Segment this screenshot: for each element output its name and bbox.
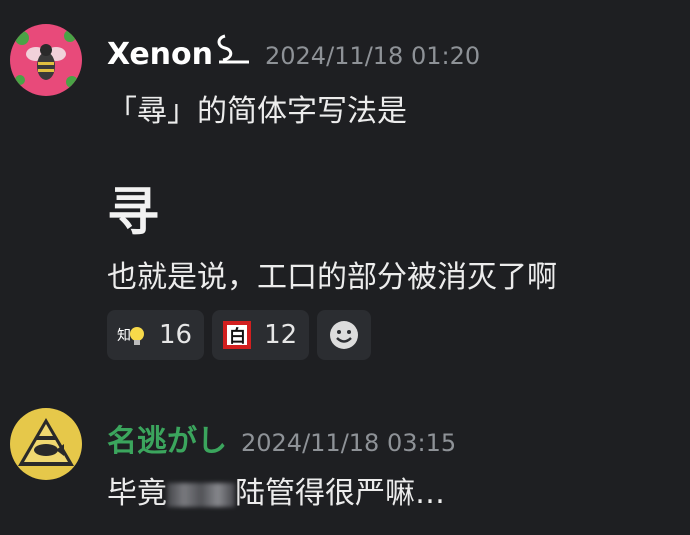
censored-text-mask bbox=[167, 482, 235, 507]
bai-kanji-emoji-icon: 白 bbox=[222, 320, 252, 350]
reaction-lightbulb[interactable]: 知 16 bbox=[107, 310, 205, 360]
message-big-char: 寻 bbox=[107, 183, 160, 243]
username[interactable]: 名逃がし bbox=[107, 416, 227, 460]
lightbulb-emoji-icon: 知 bbox=[117, 320, 147, 350]
message-text-part: 陆管得很严嘛… bbox=[235, 476, 445, 511]
timestamp: 2024/11/18 03:15 bbox=[241, 429, 457, 457]
reaction-bar: 知 16 白 12 bbox=[107, 310, 372, 360]
reaction-count: 12 bbox=[264, 320, 298, 350]
svg-text:白: 白 bbox=[229, 326, 246, 347]
user-avatar-meinige[interactable] bbox=[10, 408, 82, 480]
timestamp: 2024/11/18 01:20 bbox=[265, 42, 481, 70]
message-text-line: 「尋」的简体字写法是 bbox=[107, 94, 407, 129]
username[interactable]: Xenon bbox=[107, 37, 213, 72]
add-reaction-button[interactable] bbox=[317, 310, 372, 360]
message-header: Xenon 2024/11/18 01:20 bbox=[107, 34, 480, 72]
smile-add-reaction-icon bbox=[330, 321, 359, 349]
username-decoration-icon bbox=[215, 34, 251, 64]
pyramid-fish-avatar-icon bbox=[10, 408, 82, 480]
message-text-line: 也就是说，工口的部分被消灭了啊 bbox=[107, 260, 557, 295]
message-text-line: 毕竟 陆管得很严嘛… bbox=[107, 468, 445, 512]
svg-text:知: 知 bbox=[117, 327, 131, 344]
message-text-part: 毕竟 bbox=[107, 476, 167, 511]
chat-view: Xenon 2024/11/18 01:20 「尋」的简体字写法是 寻 也就是说… bbox=[0, 0, 690, 535]
bee-on-pink-avatar-icon bbox=[10, 24, 82, 96]
reaction-count: 16 bbox=[159, 320, 193, 350]
reaction-bai-kanji[interactable]: 白 12 bbox=[212, 310, 310, 360]
message-header: 名逃がし 2024/11/18 03:15 bbox=[107, 416, 456, 460]
user-avatar-xenon[interactable] bbox=[10, 24, 82, 96]
